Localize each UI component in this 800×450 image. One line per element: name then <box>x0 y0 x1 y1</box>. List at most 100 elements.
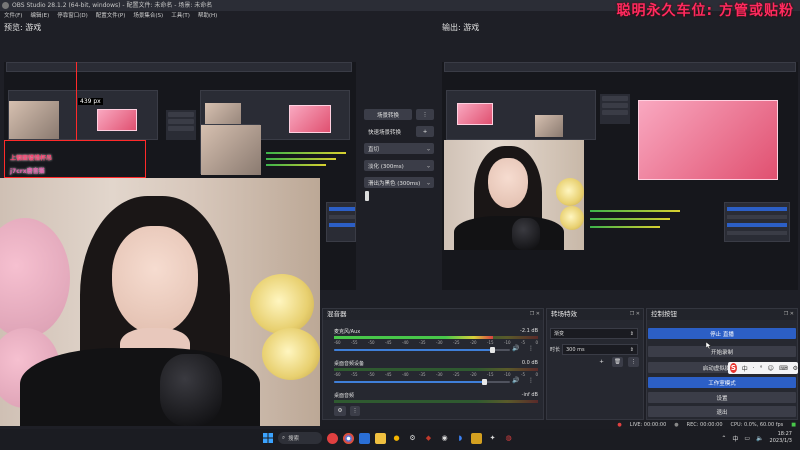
obs-taskbar-icon[interactable] <box>327 432 338 444</box>
meter-tick-label: -50 <box>368 340 375 345</box>
volume-slider-knob[interactable] <box>481 379 487 385</box>
meter-tick-label: -30 <box>436 340 443 345</box>
meter-tick-label: -25 <box>453 340 460 345</box>
quick-transitions-label: 快速场景转换 <box>368 129 402 136</box>
taskbar-apps: ⌕ 搜索 ● ⚙ ◆ ◉ ◗ ✦ ◍ <box>262 432 514 444</box>
start-recording-button[interactable]: 开始录制 <box>648 346 796 357</box>
live-time: LIVE: 00:00:00 <box>629 421 667 428</box>
tools-icon[interactable]: ✦ <box>487 433 498 444</box>
transition-menu-button[interactable]: ⋮ <box>628 357 639 367</box>
volume-slider[interactable] <box>334 349 493 351</box>
obs-logo-icon <box>2 2 9 9</box>
meter-tick-label: -55 <box>351 340 358 345</box>
quick-transition-fade-black[interactable]: 滑出为黑色 (300ms) ⌄ <box>364 177 434 188</box>
more-vertical-icon: ⋮ <box>422 111 428 118</box>
quick-transition-fade[interactable]: 淡化 (300ms) ⌄ <box>364 160 434 171</box>
menu-help[interactable]: 帮助(H) <box>198 11 217 21</box>
menu-file[interactable]: 文件(F) <box>4 11 22 21</box>
meter-tick-label: -50 <box>368 372 375 377</box>
chevron-up-icon[interactable]: ⌃ <box>721 435 726 442</box>
emoji-icon[interactable]: ☺ <box>768 365 774 372</box>
mixer-menu-button[interactable]: ⋮ <box>350 406 360 416</box>
add-transition-button[interactable]: + <box>596 357 607 367</box>
menu-scene-collection[interactable]: 场景集合(S) <box>133 11 163 21</box>
mixer-track-db: -2.1 dB <box>520 328 538 334</box>
program-overlay-card <box>638 100 778 180</box>
meter-tick-label: 0 <box>535 340 538 345</box>
system-clock[interactable]: 18:27 2023/1/3 <box>770 431 792 445</box>
windows-start-icon[interactable] <box>262 433 273 444</box>
speaker-icon[interactable]: 🔊 <box>512 345 519 352</box>
menu-edit[interactable]: 编辑(E) <box>30 11 49 21</box>
more-vertical-icon: ⋮ <box>352 408 358 414</box>
duration-input[interactable]: 300 ms ⇕ <box>562 344 638 355</box>
keyboard-icon[interactable]: ⌨ <box>779 365 788 372</box>
meter-tick-label: -40 <box>402 340 409 345</box>
volume-slider[interactable] <box>334 381 484 383</box>
ime-toolbar[interactable]: S 中 · ° ☺ ⌨ ⚙ <box>728 362 798 374</box>
ime-mode-chinese[interactable]: 中 <box>742 364 748 373</box>
chrome-icon[interactable] <box>343 432 354 444</box>
settings-app-icon[interactable]: ⚙ <box>407 433 418 444</box>
chat-overlay-line-1: 上钢面镂惜杯吊 <box>10 155 53 162</box>
studio-mode-button[interactable]: 工作室模式 <box>648 377 796 388</box>
exit-button[interactable]: 退出 <box>648 406 796 417</box>
trash-icon: 🗑 <box>614 359 621 365</box>
dock-float-icon[interactable]: ❐ ✕ <box>530 311 540 317</box>
mixer-title: 混音器 <box>323 309 543 320</box>
mixer-track-db: -inf dB <box>521 392 538 398</box>
more-vertical-icon[interactable]: ⋮ <box>528 377 534 384</box>
webcam-source[interactable] <box>0 178 320 426</box>
duration-label: 时长 <box>550 347 561 353</box>
meter-tick-label: -20 <box>470 340 477 345</box>
dock-float-icon[interactable]: ❐ ✕ <box>630 311 640 317</box>
menu-docks[interactable]: 停靠窗口(D) <box>57 11 88 21</box>
meter-tick-label: -10 <box>504 372 511 377</box>
transition-more-button[interactable]: ⋮ <box>416 109 434 120</box>
volume-icon[interactable]: 🔈 <box>756 435 763 442</box>
more-vertical-icon[interactable]: ⋮ <box>528 345 534 352</box>
meter-tick-label: -5 <box>521 372 525 377</box>
quick-transition-cut[interactable]: 直切 ⌄ <box>364 143 434 154</box>
stop-streaming-button[interactable]: 停止 直播 <box>648 328 796 339</box>
nested-meter-2 <box>266 158 336 160</box>
chevron-updown-icon: ⇕ <box>629 330 634 337</box>
transition-select[interactable]: 渐变 ⇕ <box>550 328 638 339</box>
remove-transition-button[interactable]: 🗑 <box>612 357 623 367</box>
meter-tick-label: -35 <box>419 372 426 377</box>
game-icon[interactable]: ◆ <box>423 433 434 444</box>
menu-profile[interactable]: 配置文件(P) <box>96 11 126 21</box>
menu-tools[interactable]: 工具(T) <box>171 11 190 21</box>
dock-float-icon[interactable]: ❐ ✕ <box>784 311 794 317</box>
mixer-track-name: 桌面音频 <box>334 393 355 399</box>
meter-tick-label: -45 <box>385 340 392 345</box>
nested-meter-1 <box>266 152 346 154</box>
browser-icon[interactable] <box>359 432 370 444</box>
app-icon[interactable]: ● <box>391 433 402 444</box>
ime-punctuation[interactable]: · <box>753 365 755 372</box>
connection-square-icon: ■ <box>791 421 796 428</box>
steam-icon[interactable]: ◉ <box>439 433 450 444</box>
mixer-settings-button[interactable]: ⚙ <box>334 406 346 416</box>
controls-title: 控制按钮 <box>647 309 797 320</box>
settings-button[interactable]: 设置 <box>648 392 796 403</box>
ime-fullwidth[interactable]: ° <box>760 365 763 372</box>
menu-bar: 文件(F) 编辑(E) 停靠窗口(D) 配置文件(P) 场景集合(S) 工具(T… <box>0 11 640 21</box>
folder-icon[interactable] <box>375 432 386 444</box>
pictures-icon[interactable] <box>471 432 482 444</box>
volume-slider-knob[interactable] <box>490 347 496 353</box>
meter-tick-label: -45 <box>385 372 392 377</box>
chevron-down-icon: ⌄ <box>425 145 431 152</box>
taskbar-search[interactable]: ⌕ 搜索 <box>278 432 322 444</box>
network-icon[interactable]: ▭ <box>744 435 750 442</box>
alignment-guide-vertical <box>76 62 77 140</box>
add-quick-transition-button[interactable]: + <box>416 126 434 137</box>
chat-app-icon[interactable]: ◗ <box>455 433 466 444</box>
gear-icon[interactable]: ⚙ <box>793 365 798 372</box>
t-bar-handle[interactable] <box>365 191 369 201</box>
input-language[interactable]: 中 <box>732 434 738 443</box>
transition-button[interactable]: 场景转换 <box>364 109 412 120</box>
program-label: 输出: 游戏 <box>442 23 480 32</box>
speaker-icon[interactable]: 🔊 <box>512 377 519 384</box>
music-app-icon[interactable]: ◍ <box>503 433 514 444</box>
